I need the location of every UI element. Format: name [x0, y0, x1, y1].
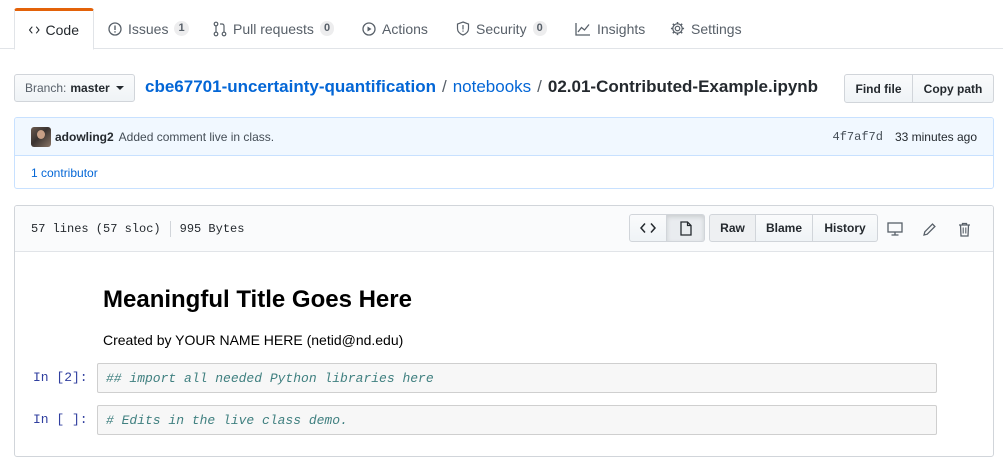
gear-icon [670, 21, 685, 36]
tab-issues-label: Issues [128, 20, 169, 37]
branch-select-button[interactable]: Branch: master [14, 74, 135, 102]
contributors-row: 1 contributor [15, 156, 993, 188]
breadcrumb: cbe67701-uncertainty-quantification / no… [145, 77, 818, 97]
commit-timestamp: 33 minutes ago [894, 130, 977, 144]
tab-pull-requests[interactable]: Pull requests 0 [199, 8, 348, 49]
file-icon [679, 220, 692, 236]
blame-button[interactable]: Blame [756, 214, 813, 242]
branch-name: master [70, 81, 110, 95]
tab-settings[interactable]: Settings [656, 8, 756, 49]
shield-icon [456, 21, 470, 36]
tab-actions[interactable]: Actions [348, 8, 442, 49]
commit-sha-link[interactable]: 4f7af7d [833, 130, 883, 144]
notebook-subtitle: Created by YOUR NAME HERE (netid@nd.edu) [103, 332, 404, 348]
commit-message-link[interactable]: Added comment live in class. [119, 130, 274, 144]
code-cell: ## import all needed Python libraries he… [97, 363, 937, 393]
pencil-icon[interactable] [920, 220, 938, 238]
breadcrumb-repo-link[interactable]: cbe67701-uncertainty-quantification [145, 77, 436, 97]
latest-commit-box: adowling2 Added comment live in class. 4… [14, 117, 994, 189]
file-viewer: 57 lines (57 sloc) 995 Bytes Raw Blame H… [14, 205, 994, 457]
tab-code[interactable]: Code [14, 8, 94, 50]
breadcrumb-folder-link[interactable]: notebooks [453, 77, 531, 97]
graph-icon [575, 22, 590, 36]
play-icon [362, 21, 376, 36]
file-navigation-actions: Find file Copy path [844, 74, 994, 103]
desktop-icon[interactable] [886, 220, 904, 238]
history-button[interactable]: History [813, 214, 878, 242]
tab-pull-requests-label: Pull requests [233, 20, 314, 37]
breadcrumb-file-name: 02.01-Contributed-Example.ipynb [547, 77, 819, 96]
issue-opened-icon [108, 21, 122, 36]
file-line-count: 57 lines (57 sloc) [31, 222, 161, 236]
code-icon [640, 223, 656, 233]
commit-info-row: adowling2 Added comment live in class. 4… [15, 118, 993, 156]
avatar[interactable] [31, 126, 51, 147]
contributors-link[interactable]: 1 contributor [31, 166, 98, 180]
source-view-button[interactable] [629, 214, 667, 242]
copy-path-button[interactable]: Copy path [913, 74, 994, 103]
rendered-view-button[interactable] [667, 214, 705, 242]
security-count-badge: 0 [532, 21, 547, 36]
branch-prefix: Branch: [25, 81, 67, 95]
file-header: 57 lines (57 sloc) 995 Bytes Raw Blame H… [15, 206, 993, 252]
tab-security-label: Security [476, 20, 527, 37]
tab-settings-label: Settings [691, 20, 742, 37]
notebook-title: Meaningful Title Goes Here [103, 286, 412, 313]
git-pull-request-icon [213, 21, 227, 36]
file-info-divider [169, 221, 171, 237]
pull-requests-count-badge: 0 [319, 21, 335, 36]
trash-icon[interactable] [955, 220, 973, 238]
commit-author-link[interactable]: adowling2 [55, 130, 114, 144]
code-icon [29, 26, 40, 34]
breadcrumb-separator: / [441, 77, 447, 96]
view-mode-toggle [629, 214, 705, 242]
issues-count-badge: 1 [174, 21, 189, 36]
file-size: 995 Bytes [179, 222, 245, 236]
chevron-down-icon [115, 86, 124, 90]
tab-issues[interactable]: Issues 1 [94, 8, 203, 49]
raw-button[interactable]: Raw [709, 214, 756, 242]
cell-prompt: In [2]: [33, 370, 88, 385]
tab-insights[interactable]: Insights [561, 8, 659, 49]
tab-insights-label: Insights [597, 20, 646, 37]
code-cell: # Edits in the live class demo. [97, 405, 937, 435]
repo-nav-tabs: Code Issues 1 Pull requests 0 Actions Se… [0, 8, 1003, 50]
cell-prompt: In [ ]: [33, 412, 88, 427]
breadcrumb-separator: / [537, 77, 542, 96]
tab-code-label: Code [45, 22, 79, 38]
tab-actions-label: Actions [382, 20, 428, 37]
file-actions-group: Raw Blame History [709, 214, 878, 242]
tab-security[interactable]: Security 0 [442, 8, 561, 49]
find-file-button[interactable]: Find file [844, 74, 913, 103]
